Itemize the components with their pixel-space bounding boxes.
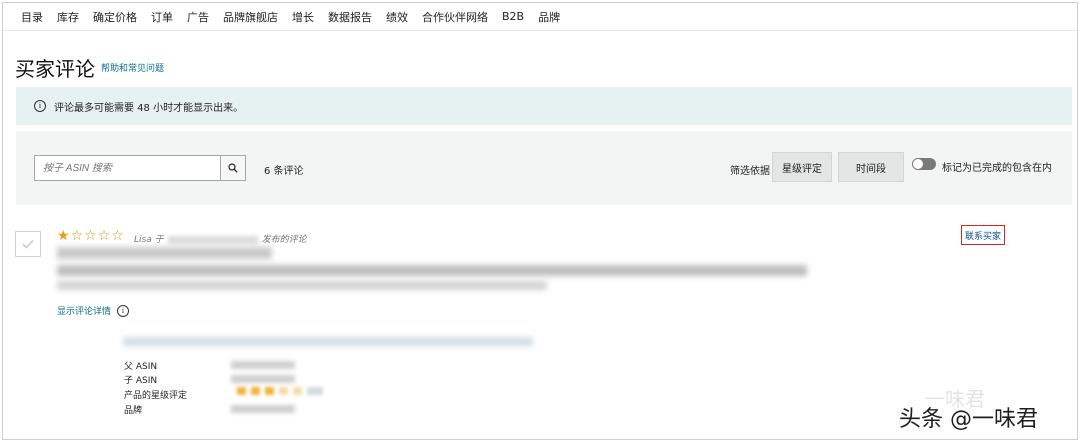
page-title: 买家评论 <box>15 57 95 81</box>
nav-item-performance[interactable]: 绩效 <box>386 9 408 25</box>
search-button[interactable] <box>220 155 246 181</box>
time-period-filter-button[interactable]: 时间段 <box>838 152 904 182</box>
nav-item-reports[interactable]: 数据报告 <box>328 9 372 25</box>
review-checkbox[interactable] <box>15 231 41 257</box>
star-rating: ★ ☆ ☆ ☆ ☆ <box>57 229 125 243</box>
nav-item-catalog[interactable]: 目录 <box>21 9 43 25</box>
redacted-product-rating <box>237 387 328 395</box>
contact-buyer-button[interactable]: 联系买家 <box>961 225 1005 245</box>
nav-item-stores[interactable]: 品牌旗舰店 <box>223 9 278 25</box>
star-empty-icon: ☆ <box>84 228 97 244</box>
nav-item-pricing[interactable]: 确定价格 <box>93 9 137 25</box>
redacted-date <box>167 235 258 244</box>
star-filled-icon: ★ <box>57 228 70 244</box>
star-empty-icon: ☆ <box>111 228 124 244</box>
app-frame: 目录 库存 确定价格 订单 广告 品牌旗舰店 增长 数据报告 绩效 合作伙伴网络… <box>2 2 1078 440</box>
filter-by-label: 筛选依据 <box>730 166 770 177</box>
reviewer-suffix: 发布的评论 <box>261 235 307 245</box>
nav-item-inventory[interactable]: 库存 <box>57 9 79 25</box>
filter-panel: 6 条评论 筛选依据 星级评定 时间段 标记为已完成的包含在内 <box>16 131 1072 205</box>
product-rating-label: 产品的星级评定 <box>124 391 188 401</box>
include-completed-label: 标记为已完成的包含在内 <box>942 163 1052 174</box>
show-details-label: 显示评论详情 <box>57 307 112 317</box>
nav-item-growth[interactable]: 增长 <box>292 9 314 25</box>
nav-item-b2b[interactable]: B2B <box>502 10 524 23</box>
reviewer-name: Lisa 于 <box>134 235 164 245</box>
toggle-knob <box>913 159 923 169</box>
redacted-product-title <box>123 337 533 346</box>
redacted-brand <box>231 405 295 413</box>
parent-asin-label: 父 ASIN <box>124 362 158 372</box>
info-icon: i <box>117 304 130 317</box>
star-empty-icon: ☆ <box>97 228 111 244</box>
nav-item-brands[interactable]: 品牌 <box>538 9 560 25</box>
include-completed-toggle[interactable] <box>912 158 936 170</box>
redacted-review-title <box>57 247 272 259</box>
top-nav: 目录 库存 确定价格 订单 广告 品牌旗舰店 增长 数据报告 绩效 合作伙伴网络… <box>3 3 1077 31</box>
nav-item-advertising[interactable]: 广告 <box>187 9 209 25</box>
rating-filter-button[interactable]: 星级评定 <box>772 152 832 182</box>
child-asin-label: 子 ASIN <box>124 376 158 386</box>
checkmark-icon <box>22 239 34 249</box>
search-input[interactable] <box>34 155 222 181</box>
nav-item-orders[interactable]: 订单 <box>151 9 173 25</box>
reviewer-info: Lisa 于 发布的评论 <box>134 232 307 245</box>
review-count: 6 条评论 <box>264 166 304 177</box>
star-empty-icon: ☆ <box>70 228 84 244</box>
watermark-text: 头条 @一味君 <box>899 407 1038 432</box>
show-review-details-link[interactable]: 显示评论详情 i <box>57 304 130 317</box>
info-icon: i <box>34 100 46 112</box>
redacted-parent-asin <box>231 361 295 369</box>
redacted-child-asin <box>231 375 295 383</box>
nav-item-partner-network[interactable]: 合作伙伴网络 <box>422 9 488 25</box>
redacted-review-text <box>57 265 807 276</box>
search-icon <box>228 163 238 173</box>
brand-label: 品牌 <box>124 406 143 416</box>
info-banner: i 评论最多可能需要 48 小时才能显示出来。 <box>16 87 1072 125</box>
redacted-review-text <box>57 281 547 290</box>
help-link[interactable]: 帮助和常见问题 <box>101 61 164 74</box>
info-banner-text: 评论最多可能需要 48 小时才能显示出来。 <box>54 102 244 114</box>
